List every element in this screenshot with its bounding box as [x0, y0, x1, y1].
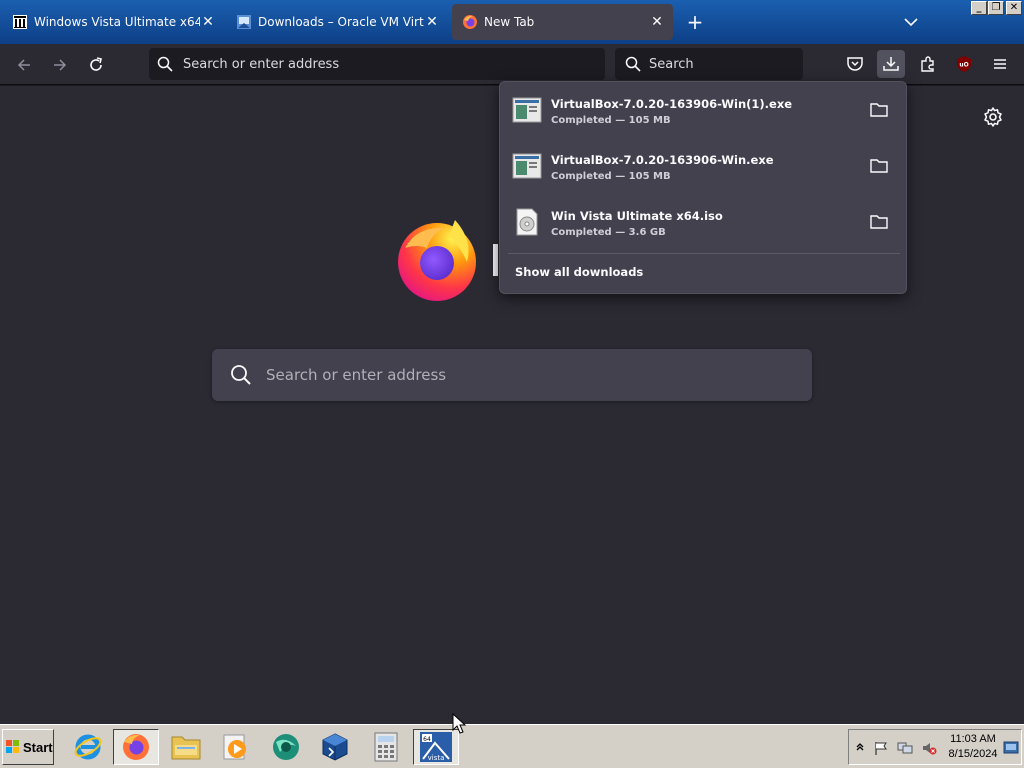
svg-text:vista: vista	[428, 754, 445, 762]
download-status: Completed — 105 MB	[551, 171, 671, 182]
clock-date: 8/15/2024	[948, 748, 998, 760]
folder-icon[interactable]	[870, 158, 888, 174]
virtualbox-icon	[322, 733, 348, 761]
download-item[interactable]: VirtualBox-7.0.20-163906-Win(1).exe Comp…	[500, 82, 906, 138]
search-icon	[157, 56, 173, 72]
puzzle-icon	[921, 56, 934, 72]
tab-title: Windows Vista Ultimate x64 ISO : M	[34, 15, 200, 29]
vista-icon: 64 vista	[420, 732, 452, 762]
ublock-origin-icon: uO	[957, 56, 971, 72]
arrow-left-icon	[17, 59, 30, 71]
browser-icon	[273, 734, 299, 760]
tab-title: New Tab	[484, 15, 535, 29]
clock[interactable]: 11:03 AM 8/15/2024	[945, 732, 1001, 762]
forward-button[interactable]	[47, 52, 73, 78]
firefox-logo	[398, 220, 476, 301]
tab-strip: Windows Vista Ultimate x64 ISO : M ✕ Dow…	[0, 0, 1024, 44]
tab-title: Downloads – Oracle VM VirtualBox	[258, 15, 424, 29]
tab-virtualbox-downloads[interactable]: Downloads – Oracle VM VirtualBox ✕	[226, 4, 448, 40]
taskbar-virtualbox[interactable]	[312, 729, 358, 765]
arrow-right-icon	[54, 59, 67, 71]
show-all-downloads-link[interactable]: Show all downloads	[515, 265, 643, 279]
reload-icon	[90, 57, 102, 71]
taskbar-calculator[interactable]	[363, 729, 409, 765]
search-placeholder: Search	[649, 56, 694, 72]
action-center-flag-icon[interactable]	[873, 740, 889, 756]
extensions-button[interactable]	[914, 50, 942, 78]
search-icon	[625, 56, 641, 72]
nav-bar: Search or enter address Search uO	[0, 44, 1024, 85]
close-icon[interactable]: ✕	[649, 14, 665, 30]
pocket-button[interactable]	[841, 50, 869, 78]
close-window-button[interactable]: ✕	[1006, 1, 1022, 15]
chevron-down-icon[interactable]	[898, 10, 924, 34]
download-item[interactable]: VirtualBox-7.0.20-163906-Win.exe Complet…	[500, 138, 906, 194]
tab-new-tab[interactable]: New Tab ✕	[452, 4, 673, 40]
windows-logo-icon	[6, 740, 19, 753]
new-tab-button[interactable]: +	[682, 10, 708, 36]
iso-file-icon	[516, 208, 538, 236]
search-icon	[231, 365, 251, 385]
folder-icon[interactable]	[870, 102, 888, 118]
mouse-cursor-icon	[452, 713, 466, 734]
downloads-button[interactable]	[877, 50, 905, 78]
download-filename: VirtualBox-7.0.20-163906-Win(1).exe	[551, 97, 793, 111]
network-icon[interactable]	[897, 740, 913, 756]
content-search-placeholder: Search or enter address	[266, 366, 447, 384]
url-bar[interactable]: Search or enter address	[149, 48, 605, 80]
svg-text:64: 64	[423, 736, 431, 743]
app-menu-button[interactable]	[986, 50, 1014, 78]
start-button[interactable]: Start	[2, 729, 54, 765]
back-button[interactable]	[11, 52, 37, 78]
taskbar-browser[interactable]	[263, 729, 309, 765]
download-status: Completed — 105 MB	[551, 115, 671, 126]
chevron-up-icon[interactable]	[852, 740, 868, 756]
system-tray: 11:03 AM 8/15/2024	[848, 729, 1022, 765]
taskbar-file-explorer[interactable]	[163, 729, 209, 765]
volume-muted-icon[interactable]	[921, 740, 937, 756]
pocket-icon	[847, 57, 863, 71]
url-placeholder: Search or enter address	[183, 56, 340, 72]
wordmark-cursor	[493, 244, 498, 276]
close-icon[interactable]: ✕	[424, 14, 440, 30]
download-item[interactable]: Win Vista Ultimate x64.iso Completed — 3…	[500, 194, 906, 250]
file-explorer-icon	[171, 736, 201, 760]
exe-file-icon	[512, 153, 542, 179]
archive-icon	[13, 15, 27, 29]
calculator-icon	[374, 732, 398, 762]
taskbar-media-player[interactable]	[212, 729, 258, 765]
start-label: Start	[23, 739, 53, 755]
folder-icon[interactable]	[870, 214, 888, 230]
taskbar-internet-explorer[interactable]	[65, 729, 111, 765]
firefox-icon	[123, 734, 149, 760]
taskbar-firefox[interactable]	[113, 729, 159, 765]
ublock-button[interactable]: uO	[950, 50, 978, 78]
tab-archive[interactable]: Windows Vista Ultimate x64 ISO : M ✕	[2, 4, 224, 40]
exe-file-icon	[512, 97, 542, 123]
divider	[508, 253, 900, 254]
download-status: Completed — 3.6 GB	[551, 227, 666, 238]
internet-explorer-icon	[74, 734, 102, 760]
search-bar[interactable]: Search	[615, 48, 803, 80]
close-icon[interactable]: ✕	[200, 14, 216, 30]
download-filename: VirtualBox-7.0.20-163906-Win.exe	[551, 153, 774, 167]
content-search-box[interactable]: Search or enter address	[212, 349, 812, 401]
downloads-panel: VirtualBox-7.0.20-163906-Win(1).exe Comp…	[499, 81, 907, 294]
restore-button[interactable]: ❐	[988, 1, 1004, 15]
clock-time: 11:03 AM	[950, 733, 996, 745]
gear-icon[interactable]	[981, 105, 1005, 129]
taskbar: Start 64 vista 11:03 AM 8/15/2024	[0, 724, 1024, 768]
download-icon	[883, 57, 899, 71]
minimize-button[interactable]: _	[971, 1, 987, 15]
virtualbox-icon	[237, 15, 251, 29]
media-player-icon	[223, 734, 246, 760]
hamburger-menu-icon	[994, 59, 1006, 69]
show-desktop-icon[interactable]	[1003, 740, 1019, 756]
reload-button[interactable]	[83, 52, 109, 78]
firefox-icon	[463, 15, 477, 29]
svg-text:uO: uO	[959, 62, 968, 69]
download-filename: Win Vista Ultimate x64.iso	[551, 209, 723, 223]
